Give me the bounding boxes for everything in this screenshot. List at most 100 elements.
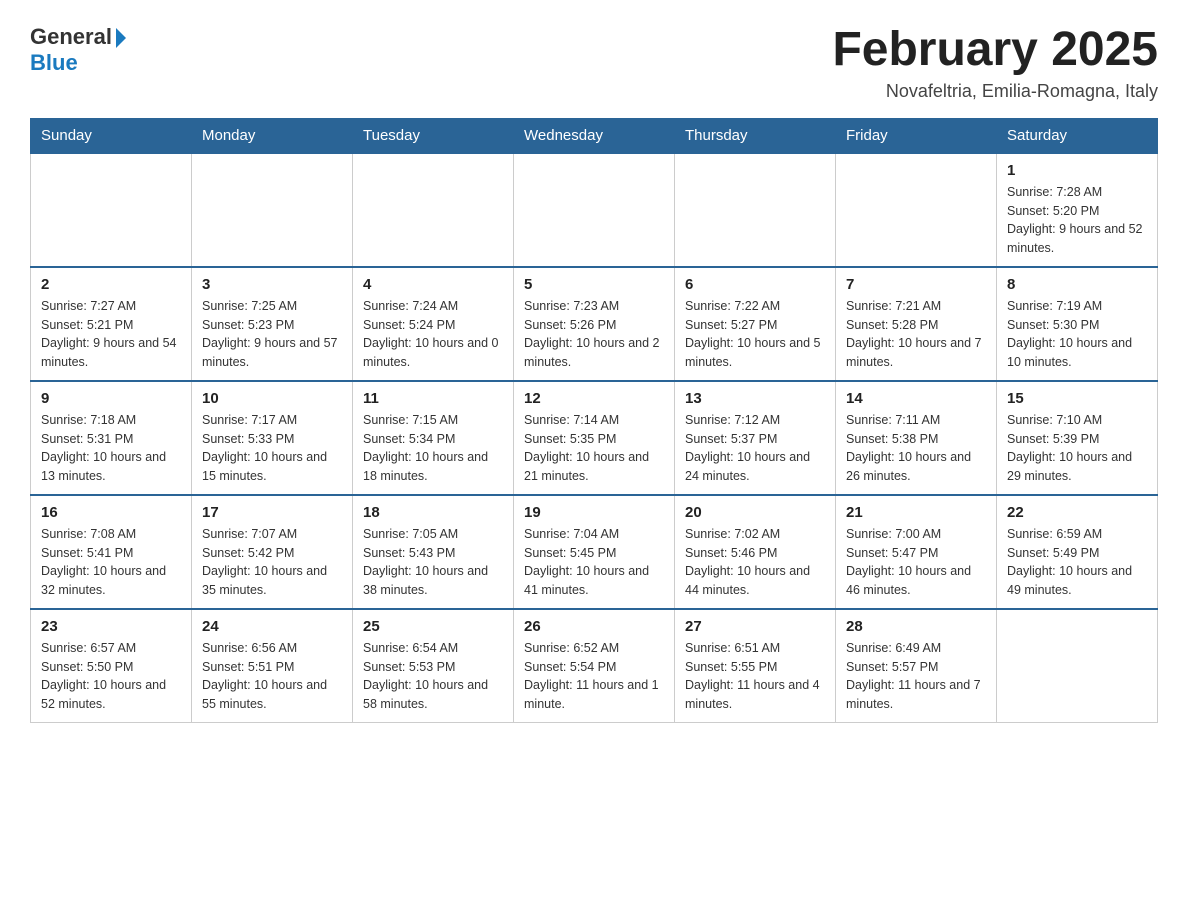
logo-general-text: General [30,24,112,50]
day-number: 28 [846,618,986,635]
day-number: 22 [1007,504,1147,521]
calendar-cell [836,153,997,267]
day-info: Sunrise: 7:18 AM Sunset: 5:31 PM Dayligh… [41,411,181,486]
day-info: Sunrise: 7:17 AM Sunset: 5:33 PM Dayligh… [202,411,342,486]
calendar-cell: 26Sunrise: 6:52 AM Sunset: 5:54 PM Dayli… [514,609,675,723]
calendar-cell [997,609,1158,723]
day-info: Sunrise: 6:57 AM Sunset: 5:50 PM Dayligh… [41,639,181,714]
day-info: Sunrise: 6:52 AM Sunset: 5:54 PM Dayligh… [524,639,664,714]
day-info: Sunrise: 7:21 AM Sunset: 5:28 PM Dayligh… [846,297,986,372]
calendar-week-row: 2 Sunrise: 7:27 AM Sunset: 5:21 PM Daylig… [31,267,1158,381]
calendar-cell: 28 Sunrise: 6:49 AM Sunset: 5:57 PM Dayli… [836,609,997,723]
calendar-cell: 5Sunrise: 7:23 AM Sunset: 5:26 PM Daylig… [514,267,675,381]
day-info: Sunrise: 7:00 AM Sunset: 5:47 PM Dayligh… [846,525,986,600]
day-number: 25 [363,618,503,635]
day-info: Sunrise: 7:25 AM Sunset: 5:23 PM Dayligh… [202,297,342,372]
day-info: Sunrise: 7:07 AM Sunset: 5:42 PM Dayligh… [202,525,342,600]
day-info: Sunrise: 7:08 AM Sunset: 5:41 PM Dayligh… [41,525,181,600]
calendar-cell: 3 Sunrise: 7:25 AM Sunset: 5:23 PM Daylig… [192,267,353,381]
day-info: Sunrise: 7:24 AM Sunset: 5:24 PM Dayligh… [363,297,503,372]
calendar-cell: 19 Sunrise: 7:04 AM Sunset: 5:45 PM Dayli… [514,495,675,609]
calendar-table: SundayMondayTuesdayWednesdayThursdayFrid… [30,118,1158,723]
calendar-body: 1 Sunrise: 7:28 AM Sunset: 5:20 PM Daylig… [31,153,1158,723]
day-info: Sunrise: 7:04 AM Sunset: 5:45 PM Dayligh… [524,525,664,600]
day-number: 14 [846,390,986,407]
calendar-cell: 11 Sunrise: 7:15 AM Sunset: 5:34 PM Dayli… [353,381,514,495]
calendar-cell: 24 Sunrise: 6:56 AM Sunset: 5:51 PM Dayli… [192,609,353,723]
calendar-week-row: 1 Sunrise: 7:28 AM Sunset: 5:20 PM Daylig… [31,153,1158,267]
day-number: 19 [524,504,664,521]
day-info: Sunrise: 7:27 AM Sunset: 5:21 PM Dayligh… [41,297,181,372]
calendar-cell: 6 Sunrise: 7:22 AM Sunset: 5:27 PM Daylig… [675,267,836,381]
calendar-week-row: 16 Sunrise: 7:08 AM Sunset: 5:41 PM Dayli… [31,495,1158,609]
day-info: Sunrise: 7:14 AM Sunset: 5:35 PM Dayligh… [524,411,664,486]
day-number: 15 [1007,390,1147,407]
calendar-cell: 12 Sunrise: 7:14 AM Sunset: 5:35 PM Dayli… [514,381,675,495]
day-number: 4 [363,276,503,293]
day-info: Sunrise: 7:19 AM Sunset: 5:30 PM Dayligh… [1007,297,1147,372]
calendar-cell: 16 Sunrise: 7:08 AM Sunset: 5:41 PM Dayli… [31,495,192,609]
logo-arrow-icon [116,28,126,48]
day-of-week-header: Saturday [997,118,1158,153]
day-number: 6 [685,276,825,293]
day-number: 10 [202,390,342,407]
day-number: 3 [202,276,342,293]
day-info: Sunrise: 7:11 AM Sunset: 5:38 PM Dayligh… [846,411,986,486]
calendar-cell: 7 Sunrise: 7:21 AM Sunset: 5:28 PM Daylig… [836,267,997,381]
page-header: General Blue February 2025 Novafeltria, … [30,24,1158,102]
calendar-cell: 18 Sunrise: 7:05 AM Sunset: 5:43 PM Dayli… [353,495,514,609]
calendar-cell: 9Sunrise: 7:18 AM Sunset: 5:31 PM Daylig… [31,381,192,495]
day-number: 23 [41,618,181,635]
day-info: Sunrise: 7:05 AM Sunset: 5:43 PM Dayligh… [363,525,503,600]
day-number: 17 [202,504,342,521]
calendar-cell: 25 Sunrise: 6:54 AM Sunset: 5:53 PM Dayli… [353,609,514,723]
day-info: Sunrise: 7:28 AM Sunset: 5:20 PM Dayligh… [1007,183,1147,258]
calendar-cell: 10 Sunrise: 7:17 AM Sunset: 5:33 PM Dayli… [192,381,353,495]
logo: General Blue [30,24,126,76]
calendar-cell: 23 Sunrise: 6:57 AM Sunset: 5:50 PM Dayli… [31,609,192,723]
day-info: Sunrise: 7:10 AM Sunset: 5:39 PM Dayligh… [1007,411,1147,486]
day-number: 27 [685,618,825,635]
day-info: Sunrise: 7:02 AM Sunset: 5:46 PM Dayligh… [685,525,825,600]
day-info: Sunrise: 7:22 AM Sunset: 5:27 PM Dayligh… [685,297,825,372]
calendar-cell: 2 Sunrise: 7:27 AM Sunset: 5:21 PM Daylig… [31,267,192,381]
day-number: 1 [1007,162,1147,179]
calendar-cell: 13Sunrise: 7:12 AM Sunset: 5:37 PM Dayli… [675,381,836,495]
day-info: Sunrise: 7:15 AM Sunset: 5:34 PM Dayligh… [363,411,503,486]
day-info: Sunrise: 6:54 AM Sunset: 5:53 PM Dayligh… [363,639,503,714]
calendar-cell: 20 Sunrise: 7:02 AM Sunset: 5:46 PM Dayli… [675,495,836,609]
day-of-week-header: Tuesday [353,118,514,153]
day-info: Sunrise: 6:51 AM Sunset: 5:55 PM Dayligh… [685,639,825,714]
day-of-week-header: Monday [192,118,353,153]
calendar-cell: 8 Sunrise: 7:19 AM Sunset: 5:30 PM Daylig… [997,267,1158,381]
day-number: 8 [1007,276,1147,293]
day-number: 7 [846,276,986,293]
day-number: 16 [41,504,181,521]
calendar-cell: 27 Sunrise: 6:51 AM Sunset: 5:55 PM Dayli… [675,609,836,723]
day-number: 12 [524,390,664,407]
day-number: 2 [41,276,181,293]
calendar-week-row: 9Sunrise: 7:18 AM Sunset: 5:31 PM Daylig… [31,381,1158,495]
header-row: SundayMondayTuesdayWednesdayThursdayFrid… [31,118,1158,153]
calendar-cell: 4 Sunrise: 7:24 AM Sunset: 5:24 PM Daylig… [353,267,514,381]
calendar-cell: 17 Sunrise: 7:07 AM Sunset: 5:42 PM Dayli… [192,495,353,609]
day-number: 18 [363,504,503,521]
day-of-week-header: Sunday [31,118,192,153]
calendar-cell: 15 Sunrise: 7:10 AM Sunset: 5:39 PM Dayli… [997,381,1158,495]
calendar-cell [192,153,353,267]
day-number: 20 [685,504,825,521]
logo-blue-text: Blue [30,50,78,76]
title-block: February 2025 Novafeltria, Emilia-Romagn… [832,24,1158,102]
calendar-week-row: 23 Sunrise: 6:57 AM Sunset: 5:50 PM Dayli… [31,609,1158,723]
calendar-cell [514,153,675,267]
day-info: Sunrise: 6:49 AM Sunset: 5:57 PM Dayligh… [846,639,986,714]
calendar-cell [31,153,192,267]
day-number: 11 [363,390,503,407]
day-number: 24 [202,618,342,635]
day-of-week-header: Wednesday [514,118,675,153]
calendar-cell [675,153,836,267]
day-info: Sunrise: 6:56 AM Sunset: 5:51 PM Dayligh… [202,639,342,714]
day-of-week-header: Thursday [675,118,836,153]
day-info: Sunrise: 6:59 AM Sunset: 5:49 PM Dayligh… [1007,525,1147,600]
day-of-week-header: Friday [836,118,997,153]
